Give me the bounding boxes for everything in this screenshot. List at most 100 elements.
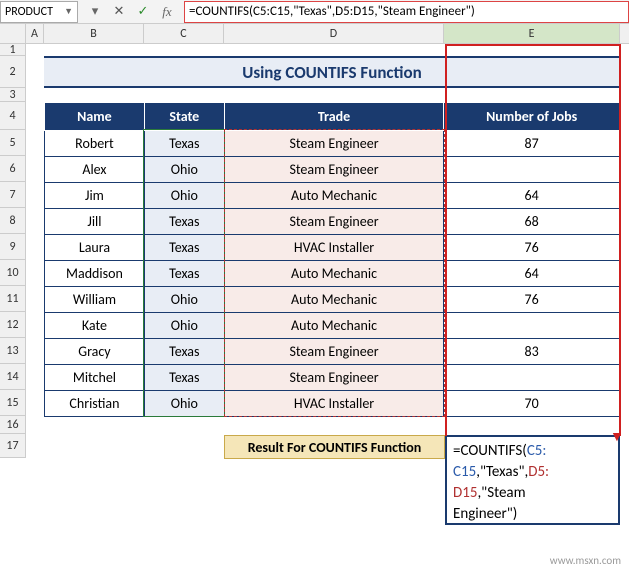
row-header-13[interactable]: 13	[0, 338, 26, 364]
cell-state[interactable]: Ohio	[144, 157, 224, 183]
cell-name[interactable]: Jim	[45, 183, 145, 209]
cell-state[interactable]: Texas	[144, 235, 224, 261]
cancel-icon[interactable]: ✕	[108, 2, 130, 22]
table-row: RobertTexasSteam Engineer87	[45, 131, 620, 157]
table-row: GracyTexasSteam Engineer83	[45, 339, 620, 365]
cell-name[interactable]: William	[45, 287, 145, 313]
select-all-corner[interactable]	[0, 24, 26, 43]
row-header-9[interactable]: 9	[0, 234, 26, 260]
table-row: AlexOhioSteam Engineer	[45, 157, 620, 183]
cell-trade[interactable]: Steam Engineer	[224, 339, 444, 365]
row-header-15[interactable]: 15	[0, 390, 26, 416]
col-header-D[interactable]: D	[224, 24, 444, 43]
cell-trade[interactable]: Steam Engineer	[224, 209, 444, 235]
cell-state[interactable]: Texas	[144, 131, 224, 157]
col-header-A[interactable]: A	[26, 24, 44, 43]
cell-num[interactable]: 87	[444, 131, 620, 157]
col-header-E[interactable]: E	[444, 24, 620, 43]
table-header-row: Name State Trade Number of Jobs	[45, 103, 620, 131]
cell-name[interactable]: Jill	[45, 209, 145, 235]
cell-trade[interactable]: HVAC Installer	[224, 391, 444, 417]
formula-part: Engineer")	[453, 505, 517, 523]
formula-part: ,"Steam	[477, 484, 525, 502]
cell-name[interactable]: Kate	[45, 313, 145, 339]
cell-state[interactable]: Texas	[144, 339, 224, 365]
cell-num[interactable]: 70	[444, 391, 620, 417]
cell-trade[interactable]: Auto Mechanic	[224, 261, 444, 287]
row-header-4[interactable]: 4	[0, 102, 26, 130]
cell-name[interactable]: Maddison	[45, 261, 145, 287]
formula-bar: PRODUCT ▼ ▾ ✕ ✓ fx	[0, 0, 629, 24]
row-header-17[interactable]: 17	[0, 434, 26, 458]
header-num: Number of Jobs	[444, 103, 620, 131]
formula-part: C5:	[527, 442, 547, 460]
column-headers: A B C D E	[0, 24, 629, 44]
cell-num[interactable]: 83	[444, 339, 620, 365]
row-header-10[interactable]: 10	[0, 260, 26, 286]
row-header-1[interactable]: 1	[0, 44, 26, 56]
col-header-B[interactable]: B	[44, 24, 144, 43]
header-trade: Trade	[224, 103, 444, 131]
table-row: MitchelTexasSteam Engineer	[45, 365, 620, 391]
cell-trade[interactable]: Steam Engineer	[224, 131, 444, 157]
cell-num[interactable]	[444, 157, 620, 183]
name-box[interactable]: PRODUCT ▼	[0, 1, 78, 23]
row-header-7[interactable]: 7	[0, 182, 26, 208]
cell-num[interactable]: 64	[444, 261, 620, 287]
cell-name[interactable]: Robert	[45, 131, 145, 157]
cell-trade[interactable]: Steam Engineer	[224, 157, 444, 183]
cell-num[interactable]	[444, 313, 620, 339]
row-header-14[interactable]: 14	[0, 364, 26, 390]
cell-trade[interactable]: Steam Engineer	[224, 365, 444, 391]
row-header-8[interactable]: 8	[0, 208, 26, 234]
enter-icon[interactable]: ✓	[132, 2, 154, 22]
table-row: WilliamOhioAuto Mechanic76	[45, 287, 620, 313]
cell-trade[interactable]: Auto Mechanic	[224, 287, 444, 313]
row-header-16[interactable]: 16	[0, 416, 26, 434]
formula-part: COUNTIFS(	[460, 442, 526, 460]
table-row: ChristianOhioHVAC Installer70	[45, 391, 620, 417]
formula-part: D15	[453, 484, 477, 502]
cell-state[interactable]: Texas	[144, 365, 224, 391]
formula-part: C15	[453, 463, 476, 481]
cell-num[interactable]	[444, 365, 620, 391]
cell-state[interactable]: Texas	[144, 209, 224, 235]
table-row: LauraTexasHVAC Installer76	[45, 235, 620, 261]
cell-name[interactable]: Gracy	[45, 339, 145, 365]
name-box-dropdown-icon[interactable]: ▼	[64, 6, 73, 17]
formula-input[interactable]	[184, 1, 629, 23]
cell-name[interactable]: Alex	[45, 157, 145, 183]
cell-state[interactable]: Ohio	[144, 313, 224, 339]
dropdown-icon[interactable]: ▾	[84, 2, 106, 22]
col-header-C[interactable]: C	[144, 24, 224, 43]
cell-state[interactable]: Ohio	[144, 287, 224, 313]
cell-trade[interactable]: HVAC Installer	[224, 235, 444, 261]
cell-trade[interactable]: Auto Mechanic	[224, 183, 444, 209]
cell-num[interactable]: 68	[444, 209, 620, 235]
cell-state[interactable]: Ohio	[144, 183, 224, 209]
cell-state[interactable]: Texas	[144, 261, 224, 287]
result-label: Result For COUNTIFS Function	[224, 435, 445, 459]
cell-name[interactable]: Laura	[45, 235, 145, 261]
cell-name[interactable]: Mitchel	[45, 365, 145, 391]
cell-num[interactable]: 76	[444, 235, 620, 261]
editing-cell-E17[interactable]: =COUNTIFS(C5:C15,"Texas",D5:D15,"Steam E…	[445, 435, 620, 525]
cell-num[interactable]: 64	[444, 183, 620, 209]
sheet-area: 1 2 3 4 5 6 7 8 9 10 11 12 13 14 15 16 1…	[0, 44, 629, 458]
title-band: Using COUNTIFS Function	[44, 56, 620, 88]
row-header-2[interactable]: 2	[0, 56, 26, 88]
cell-name[interactable]: Christian	[45, 391, 145, 417]
cell-state[interactable]: Ohio	[144, 391, 224, 417]
row-header-12[interactable]: 12	[0, 312, 26, 338]
cell-trade[interactable]: Auto Mechanic	[224, 313, 444, 339]
row-header-6[interactable]: 6	[0, 156, 26, 182]
row-header-5[interactable]: 5	[0, 130, 26, 156]
cell-num[interactable]: 76	[444, 287, 620, 313]
row-header-11[interactable]: 11	[0, 286, 26, 312]
row-header-3[interactable]: 3	[0, 88, 26, 102]
formula-part: ,"Texas",	[476, 463, 528, 481]
cells-area[interactable]: Using COUNTIFS Function Name State Trade…	[26, 44, 629, 458]
fx-icon[interactable]: fx	[156, 2, 178, 22]
data-table: Name State Trade Number of Jobs RobertTe…	[44, 102, 620, 417]
table-row: JillTexasSteam Engineer68	[45, 209, 620, 235]
